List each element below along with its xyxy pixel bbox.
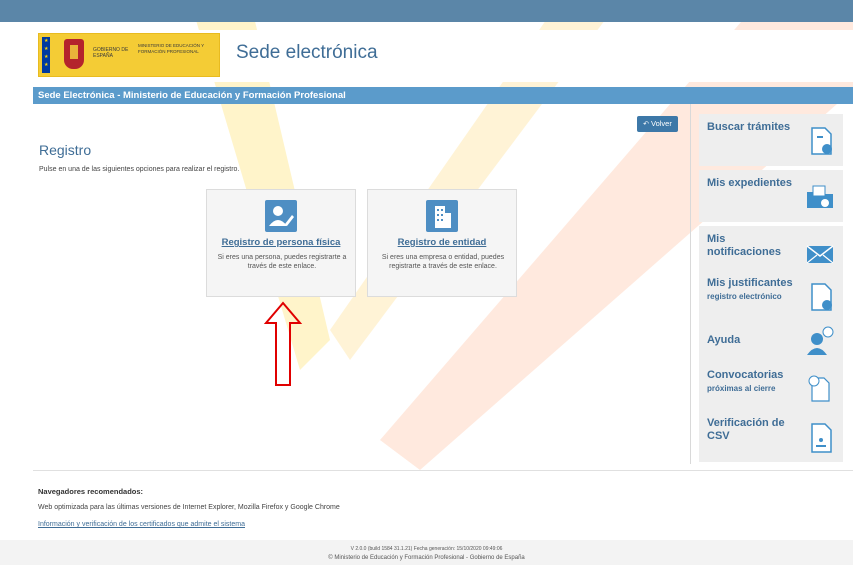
browsers-title: Navegadores recomendados:: [38, 487, 144, 496]
register-person-card[interactable]: Registro de persona física Si eres una p…: [206, 189, 356, 297]
footer: Navegadores recomendados: Web optimizada…: [33, 470, 853, 541]
sidebar-item-label: Mis expedientes: [707, 177, 792, 189]
gobierno-label: GOBIERNO DE ESPAÑA: [93, 47, 129, 59]
instructions-text: Pulse en una de las siguientes opciones …: [39, 166, 240, 173]
sidebar-item-label: Mis notificaciones: [707, 233, 781, 258]
right-sidebar: Buscar trámites Mis expedientes Mis noti…: [690, 104, 853, 464]
main-content: ↶ Volver Registro Pulse en una de las sig…: [33, 104, 853, 470]
bottom-bar: V 2.0.0 (build 1584 31.1.21) Fecha gener…: [0, 540, 853, 565]
register-entity-link[interactable]: Registro de entidad: [368, 237, 516, 248]
sidebar-item-label: Buscar trámites: [707, 121, 791, 133]
coat-of-arms-icon: [64, 39, 84, 69]
register-entity-card[interactable]: Registro de entidad Si eres una empresa …: [367, 189, 517, 297]
copyright-text: © Ministerio de Educación y Formación Pr…: [328, 555, 525, 561]
annotation-arrow-icon: [263, 301, 303, 386]
folder-search-icon: [807, 185, 833, 208]
sidebar-item-mis-expedientes[interactable]: Mis expedientes: [699, 170, 843, 222]
sidebar-item-ayuda[interactable]: Ayuda: [699, 314, 843, 366]
government-logo[interactable]: ★ ★ ★ ★ GOBIERNO DE ESPAÑA MINISTERIO DE ED…: [38, 33, 220, 77]
version-text: V 2.0.0 (build 1584 31.1.21) Fecha gener…: [350, 546, 503, 552]
site-title: Sede electrónica: [236, 42, 378, 63]
register-person-desc: Si eres una persona, puedes registrarte …: [217, 254, 347, 270]
register-person-link[interactable]: Registro de persona física: [207, 237, 355, 248]
document-download-icon: [811, 283, 832, 311]
section-titlebar: Sede Electrónica - Ministerio de Educaci…: [33, 87, 853, 104]
help-user-icon: [807, 326, 834, 355]
sidebar-item-label: Mis justificantes: [707, 277, 793, 289]
sidebar-item-convocatorias[interactable]: Convocatorias próximas al cierre: [699, 362, 843, 414]
page-title: Registro: [39, 142, 92, 158]
csv-document-icon: [811, 423, 832, 453]
sidebar-item-label: Convocatorias: [707, 369, 784, 381]
ministerio-label: MINISTERIO DE EDUCACIÓN Y FORMACIÓN PROF…: [138, 43, 205, 54]
eu-flag-icon: ★ ★ ★ ★: [42, 37, 50, 73]
certificates-link[interactable]: Información y verificación de los certif…: [38, 521, 245, 528]
person-edit-icon: [265, 200, 297, 232]
sidebar-item-label: Verificación de CSV: [707, 417, 785, 442]
header: ★ ★ ★ ★ GOBIERNO DE ESPAÑA MINISTERIO DE ED…: [33, 30, 853, 82]
document-clock-icon: [808, 375, 830, 402]
back-button[interactable]: ↶ Volver: [637, 116, 678, 132]
top-bar: [0, 0, 853, 22]
sidebar-item-buscar-tramites[interactable]: Buscar trámites: [699, 114, 843, 166]
register-entity-desc: Si eres una empresa o entidad, puedes re…: [381, 254, 505, 270]
sidebar-item-sublabel: registro electrónico: [707, 292, 782, 301]
sidebar-item-verificacion-csv[interactable]: Verificación de CSV: [699, 410, 843, 462]
building-icon: [426, 200, 458, 232]
search-document-icon: [811, 127, 832, 155]
envelope-icon: [806, 245, 834, 264]
back-button-label: Volver: [651, 119, 672, 128]
browsers-text: Web optimizada para las últimas versione…: [38, 504, 340, 511]
sidebar-item-sublabel: próximas al cierre: [707, 384, 776, 393]
sidebar-item-label: Ayuda: [707, 334, 741, 346]
back-arrow-icon: ↶: [643, 121, 649, 128]
